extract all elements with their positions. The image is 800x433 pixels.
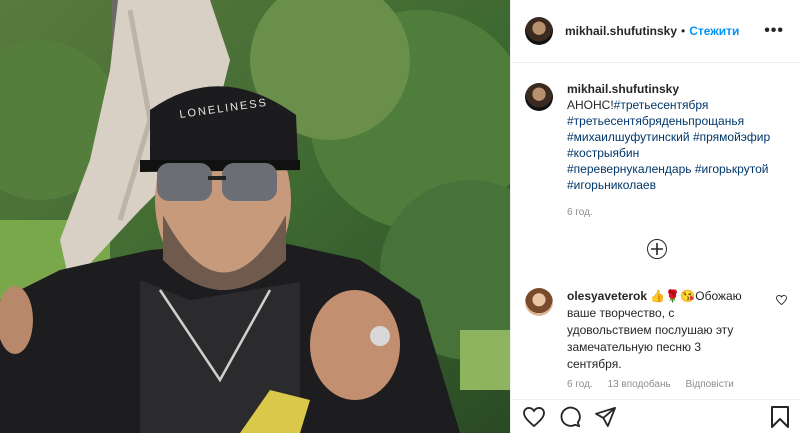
comment-button[interactable]	[559, 406, 581, 428]
photo-illustration: LONELINESS	[0, 0, 510, 433]
share-icon	[595, 406, 616, 427]
more-options-icon[interactable]: •••	[764, 22, 784, 40]
post-header: mikhail.shufutinsky • Стежити •••	[511, 0, 800, 63]
caption-avatar[interactable]	[525, 83, 553, 111]
post-side-panel: mikhail.shufutinsky • Стежити ••• mikhai…	[510, 0, 800, 433]
plus-circle-icon	[651, 243, 663, 255]
post-caption: mikhail.shufutinsky АНОНС!#третьесентябр…	[511, 63, 800, 221]
load-more-comments-button[interactable]	[647, 239, 667, 259]
commenter-avatar[interactable]	[525, 288, 553, 316]
author-avatar[interactable]	[525, 17, 553, 45]
caption-timestamp[interactable]: 6 год.	[567, 205, 784, 221]
post-actions-bar	[511, 399, 800, 433]
share-button[interactable]	[595, 406, 617, 427]
commenter-username[interactable]: olesyaveterok	[567, 289, 647, 303]
heart-icon	[523, 406, 545, 427]
like-button[interactable]	[523, 406, 545, 427]
save-button[interactable]	[771, 405, 789, 428]
hashtag[interactable]: #михаилшуфутинский	[567, 130, 690, 144]
post-photo[interactable]: LONELINESS	[0, 0, 510, 433]
hashtag[interactable]: #перевернукалендарь	[567, 162, 692, 176]
hashtag[interactable]: #кострыябин	[567, 146, 639, 160]
hashtag[interactable]: #игорькрутой	[695, 162, 769, 176]
separator-dot: •	[681, 24, 686, 38]
caption-text: АНОНС!	[567, 98, 614, 112]
hashtag[interactable]: #прямойэфир	[693, 130, 770, 144]
caption-username[interactable]: mikhail.shufutinsky	[567, 81, 784, 97]
comment-likes[interactable]: 13 вподобань	[608, 379, 671, 390]
bookmark-icon	[771, 405, 789, 428]
reply-button[interactable]: Відповісти	[685, 379, 733, 390]
follow-button[interactable]: Стежити	[689, 24, 739, 38]
hashtag[interactable]: #третьесентябряденьпрощанья	[567, 114, 744, 128]
hashtag[interactable]: #третьесентября	[614, 98, 709, 112]
post-modal: LONELINESS mikhail.shufutinsky • Стежити…	[0, 0, 800, 433]
comment-meta: 6 год. 13 вподобань Відповісти	[567, 379, 746, 390]
hashtag[interactable]: #игорьниколаев	[567, 178, 656, 192]
heart-icon	[776, 294, 787, 306]
comment-icon	[560, 406, 581, 427]
comment-item: olesyaveterok 👍🌹😘Обожаю ваше творчество,…	[525, 288, 787, 390]
comment-emojis: 👍🌹😘	[650, 289, 696, 303]
author-username[interactable]: mikhail.shufutinsky	[565, 24, 677, 38]
comment-like-button[interactable]	[776, 294, 787, 308]
comment-timestamp[interactable]: 6 год.	[567, 379, 593, 390]
caption-body: mikhail.shufutinsky АНОНС!#третьесентябр…	[567, 81, 784, 221]
comment-body: olesyaveterok 👍🌹😘Обожаю ваше творчество,…	[567, 288, 757, 373]
